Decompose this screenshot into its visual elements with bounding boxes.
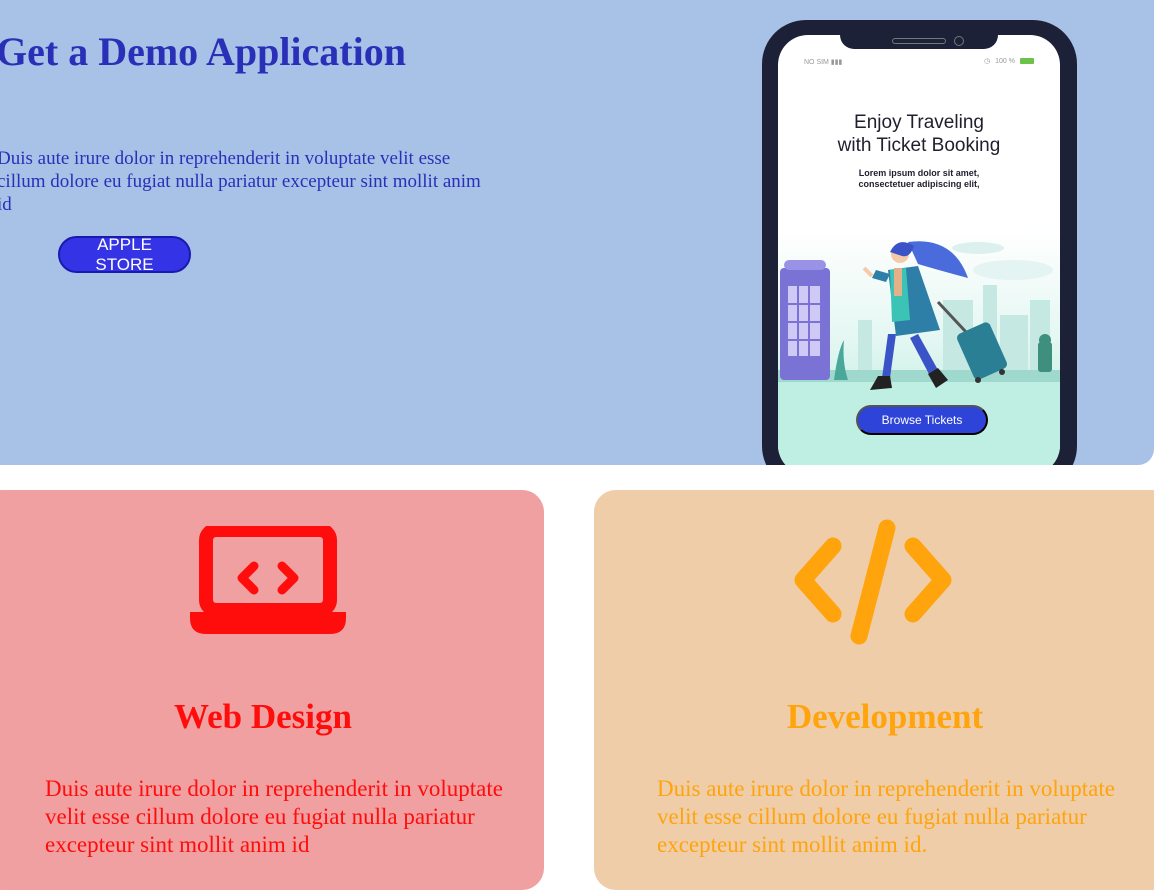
camera-icon [954,36,964,46]
web-design-title: Web Design [174,697,352,736]
phone-screen-subtitle: Lorem ipsum dolor sit amet, consectetuer… [858,168,980,189]
phone-screen-title: Enjoy Traveling with Ticket Booking [837,112,1001,156]
signal-icon: ▮▮▮ [830,59,843,66]
development-description: Duis aute irure dolor in reprehenderit i… [657,776,1115,857]
hero-description: Duis aute irure dolor in reprehenderit i… [0,148,481,215]
browse-tickets-button[interactable]: Browse Tickets [856,405,988,435]
hero-section: Get a Demo Application Duis aute irure d… [0,0,1154,465]
code-icon [794,519,952,645]
phone-notch [840,35,998,49]
web-design-description: Duis aute irure dolor in reprehenderit i… [45,776,503,857]
alarm-icon: ◷ [984,58,991,65]
phone-mockup: NO SIM ▮▮▮ ◷ 100 % Enjoy Traveling with … [762,20,1077,465]
status-carrier: NO SIM [804,59,829,66]
speaker-icon [892,38,946,44]
apple-store-button[interactable]: APPLE STORE [58,235,191,274]
development-title: Development [786,697,984,736]
battery-icon [1020,58,1034,64]
phone-screen: NO SIM ▮▮▮ ◷ 100 % Enjoy Traveling with … [778,35,1060,465]
laptop-code-icon [190,526,346,634]
status-battery-text: 100 % [995,57,1015,65]
hero-title: Get a Demo Application [0,29,406,74]
